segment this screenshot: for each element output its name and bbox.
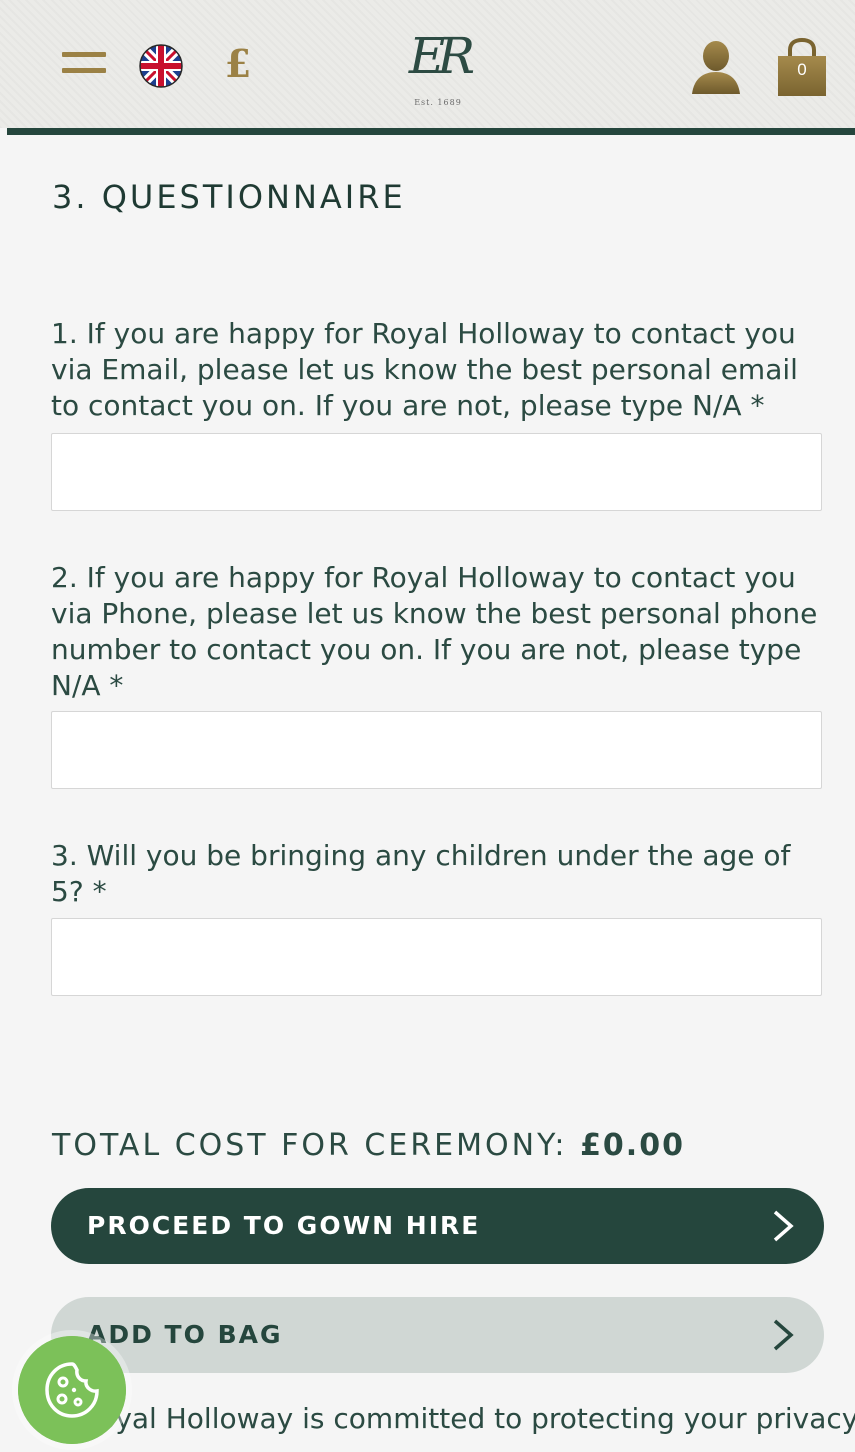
cookie-icon[interactable] bbox=[18, 1336, 126, 1444]
logo-established: Est. 1689 bbox=[414, 98, 462, 107]
proceed-to-gown-hire-button[interactable]: PROCEED TO GOWN HIRE bbox=[51, 1188, 824, 1264]
privacy-notice: Royal Holloway is committed to protectin… bbox=[80, 1402, 855, 1435]
header-divider bbox=[7, 128, 855, 135]
total-cost: TOTAL COST FOR CEREMONY: £0.00 bbox=[52, 1128, 685, 1163]
hamburger-menu-icon[interactable] bbox=[62, 52, 106, 78]
proceed-button-label: PROCEED TO GOWN HIRE bbox=[87, 1211, 481, 1240]
total-cost-label: TOTAL COST FOR CEREMONY: bbox=[52, 1128, 568, 1163]
uk-flag-icon[interactable] bbox=[139, 44, 183, 88]
total-cost-amount: £0.00 bbox=[580, 1128, 685, 1163]
email-field[interactable] bbox=[51, 433, 822, 511]
logo[interactable]: ER Est. 1689 bbox=[388, 18, 488, 114]
question-phone-label: 2. If you are happy for Royal Holloway t… bbox=[51, 561, 818, 702]
section-title: 3. QUESTIONNAIRE bbox=[52, 178, 406, 216]
question-children-label: 3. Will you be bringing any children und… bbox=[51, 839, 791, 908]
user-account-icon[interactable] bbox=[690, 40, 742, 94]
phone-field[interactable] bbox=[51, 711, 822, 789]
chevron-right-icon bbox=[773, 1210, 794, 1242]
cart-count[interactable]: 0 bbox=[776, 60, 828, 80]
children-field[interactable] bbox=[51, 918, 822, 996]
currency-selector[interactable]: £ bbox=[220, 40, 256, 88]
logo-monogram: ER bbox=[408, 27, 475, 85]
add-to-bag-button[interactable]: ADD TO BAG bbox=[51, 1297, 824, 1373]
question-email-label: 1. If you are happy for Royal Holloway t… bbox=[51, 317, 798, 422]
chevron-right-icon bbox=[773, 1319, 794, 1351]
